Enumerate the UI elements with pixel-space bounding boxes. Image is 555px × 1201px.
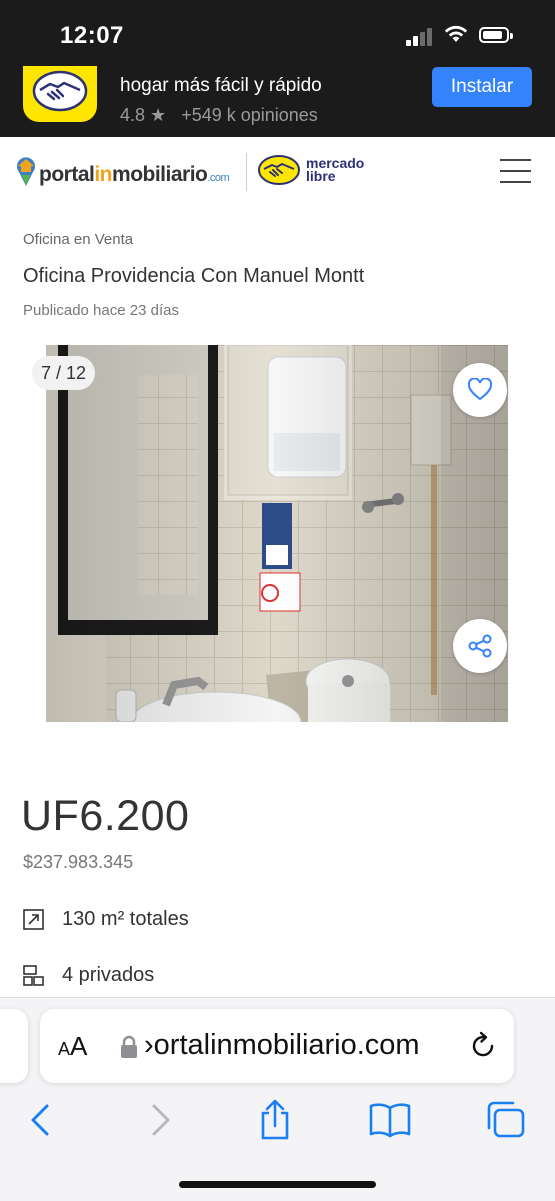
bathroom-photo: [46, 345, 508, 722]
bookmarks-button[interactable]: [368, 1098, 412, 1142]
portal-logo-text: portalinmobiliario.com: [39, 163, 230, 186]
property-photo[interactable]: [46, 345, 508, 722]
favorite-button[interactable]: [453, 363, 507, 417]
property-type: Oficina en Venta: [23, 231, 134, 248]
mercadolibre-logo-text: mercado libre: [306, 155, 365, 184]
feature-label: 130 m² totales: [62, 907, 189, 930]
lock-icon: [121, 1035, 137, 1058]
book-icon: [369, 1103, 411, 1138]
share-icon: [468, 634, 492, 658]
share-button[interactable]: [453, 619, 507, 673]
share-sheet-button[interactable]: [253, 1098, 297, 1142]
photo-counter: 7 / 12: [32, 356, 96, 390]
mercadolibre-app-icon[interactable]: [23, 66, 97, 122]
back-button[interactable]: [18, 1098, 62, 1142]
house-pin-icon: [17, 157, 35, 186]
office-rooms-icon: [23, 964, 44, 986]
reader-options-button[interactable]: AA: [58, 1031, 87, 1062]
install-button[interactable]: Instalar: [432, 67, 532, 107]
portalinmobiliario-logo[interactable]: portalinmobiliario.com: [15, 155, 230, 187]
tabs-button[interactable]: [484, 1098, 528, 1142]
status-bar: 12:07: [0, 0, 555, 66]
hamburger-menu-icon[interactable]: [500, 159, 531, 183]
header-divider: [246, 153, 247, 191]
share-upload-icon: [261, 1099, 289, 1140]
battery-icon: [479, 27, 513, 43]
previous-tab-preview[interactable]: [0, 1009, 28, 1083]
feature-rooms: 4 privados: [23, 962, 154, 988]
price-clp: $237.983.345: [23, 852, 134, 872]
reviews-count: +549 k opiniones: [181, 105, 318, 125]
reload-icon[interactable]: [468, 1031, 498, 1061]
wifi-icon: [444, 25, 468, 42]
banner-rating: 4.8 ★ +549 k opiniones: [120, 105, 318, 126]
listing-title: Oficina Providencia Con Manuel Montt: [23, 265, 365, 287]
star-icon: ★: [150, 105, 167, 125]
mercadolibre-handshake-icon: [32, 70, 88, 112]
cellular-signal-icon: [406, 28, 434, 46]
chevron-left-icon: [31, 1104, 49, 1136]
tabs-icon: [487, 1101, 525, 1138]
rating-value: 4.8: [120, 105, 146, 125]
published-date: Publicado hace 23 días: [23, 302, 179, 319]
url-text: ›ortalinmobiliario.com: [144, 1029, 420, 1061]
app-install-banner: hogar más fácil y rápido 4.8 ★ +549 k op…: [0, 66, 555, 137]
feature-label: 4 privados: [62, 963, 155, 986]
mercadolibre-logo[interactable]: mercado libre: [258, 155, 364, 185]
heart-icon: [467, 378, 493, 401]
price-uf: UF6.200: [21, 792, 190, 840]
status-time: 12:07: [60, 22, 124, 49]
area-expand-icon: [23, 908, 44, 930]
chevron-right-icon: [152, 1104, 170, 1136]
mercadolibre-handshake-icon: [258, 155, 300, 185]
address-bar[interactable]: AA ›ortalinmobiliario.com: [40, 1009, 514, 1083]
banner-title: hogar más fácil y rápido: [120, 75, 322, 96]
home-indicator: [179, 1181, 376, 1188]
forward-button[interactable]: [139, 1098, 183, 1142]
site-header: portalinmobiliario.com mercado libre: [0, 137, 555, 207]
feature-area: 130 m² totales: [23, 906, 189, 932]
